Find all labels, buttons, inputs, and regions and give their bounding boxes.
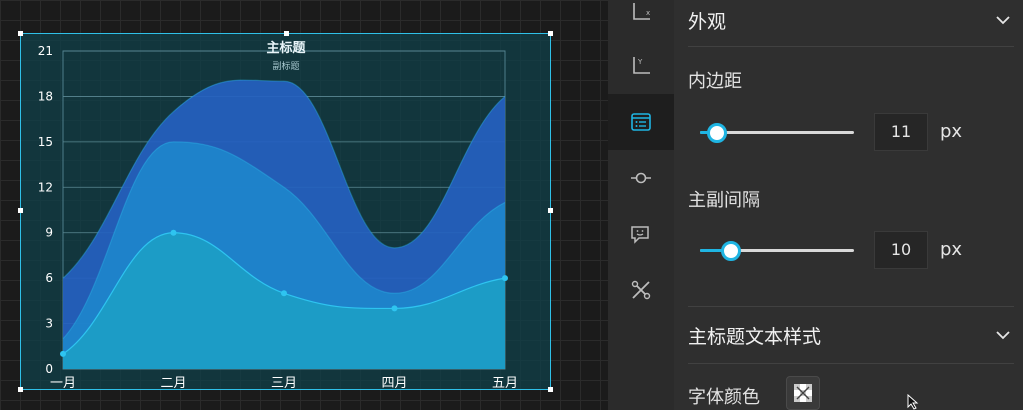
title-gap-input[interactable]: 10 <box>874 231 928 269</box>
rail-item-y-axis[interactable]: Y <box>608 38 674 94</box>
editor-canvas[interactable]: 0 3 6 9 12 15 18 21 一月 二月 三月 四月 五月 主标题 副标题 <box>0 0 608 410</box>
resize-handle-tl[interactable] <box>18 31 23 36</box>
x-tick-label: 一月 <box>50 376 76 391</box>
title-style-section-title: 主标题文本样式 <box>688 325 822 348</box>
x-axis-icon: x <box>633 3 650 20</box>
series-icon <box>631 172 651 184</box>
data-point[interactable] <box>170 229 177 236</box>
resize-handle-bl[interactable] <box>18 387 23 392</box>
title-gap-unit: px <box>940 239 963 260</box>
chart-subtitle: 副标题 <box>272 60 299 72</box>
settings-panel: 外观 内边距 11 px 主副间隔 10 px 主标题文本样式 字体颜色 <box>674 0 1023 410</box>
area-chart: 0 3 6 9 12 15 18 21 一月 二月 三月 四月 五月 主标题 副标题 <box>38 40 518 391</box>
rail-item-tools[interactable] <box>608 262 674 318</box>
config-icon-rail: x Y <box>608 0 674 410</box>
y-axis-icon: Y <box>633 57 650 74</box>
chevron-down-icon <box>996 16 1010 25</box>
padding-input[interactable]: 11 <box>874 113 928 151</box>
x-tick-label: 四月 <box>381 376 407 391</box>
data-point[interactable] <box>502 275 508 282</box>
resize-handle-top[interactable] <box>284 31 289 36</box>
y-tick-label: 21 <box>38 44 53 58</box>
slider-thumb[interactable] <box>706 123 727 143</box>
data-point[interactable] <box>391 305 398 312</box>
appearance-section-title: 外观 <box>688 10 727 33</box>
y-tick-label: 9 <box>45 226 53 240</box>
resize-handle-right[interactable] <box>548 208 553 213</box>
font-color-picker[interactable] <box>786 376 820 410</box>
x-tick-label: 三月 <box>271 376 297 391</box>
appearance-section-header[interactable]: 外观 <box>688 0 1014 40</box>
mouse-cursor-icon <box>907 394 919 410</box>
padding-unit: px <box>940 121 963 142</box>
y-tick-label: 18 <box>38 89 53 103</box>
padding-slider[interactable] <box>700 122 854 143</box>
y-tick-label: 3 <box>45 317 53 331</box>
rail-item-legend[interactable] <box>608 94 674 150</box>
divider <box>688 46 1014 47</box>
chart-title: 主标题 <box>266 40 306 56</box>
x-tick-label: 二月 <box>160 376 186 391</box>
legend-icon <box>631 113 651 131</box>
y-tick-label: 0 <box>45 362 53 376</box>
rail-item-series[interactable] <box>608 150 674 206</box>
resize-handle-tr[interactable] <box>548 31 553 36</box>
divider <box>688 363 1014 364</box>
font-color-label: 字体颜色 <box>688 387 760 408</box>
svg-text:x: x <box>646 9 650 17</box>
data-point[interactable] <box>281 290 287 297</box>
title-style-section-header[interactable]: 主标题文本样式 <box>688 315 1014 355</box>
transparent-swatch-icon <box>794 384 812 402</box>
tooltip-icon <box>631 226 649 244</box>
rail-item-tooltip[interactable] <box>608 206 674 262</box>
x-tick-label: 五月 <box>492 376 518 391</box>
chevron-down-icon <box>996 331 1010 340</box>
y-tick-label: 12 <box>38 180 53 194</box>
svg-text:Y: Y <box>637 58 643 66</box>
padding-label: 内边距 <box>688 71 742 92</box>
resize-handle-br[interactable] <box>548 387 553 392</box>
y-tick-label: 6 <box>45 271 53 285</box>
data-point[interactable] <box>60 350 66 357</box>
divider <box>688 306 1014 307</box>
resize-handle-left[interactable] <box>18 208 23 213</box>
title-gap-label: 主副间隔 <box>688 190 760 211</box>
chart-widget[interactable]: 0 3 6 9 12 15 18 21 一月 二月 三月 四月 五月 主标题 副标题 <box>18 31 553 392</box>
slider-thumb[interactable] <box>720 241 741 261</box>
tools-icon <box>631 280 651 300</box>
rail-item-x-axis[interactable]: x <box>608 0 674 40</box>
y-tick-label: 15 <box>38 135 53 149</box>
title-gap-slider[interactable] <box>700 240 854 261</box>
